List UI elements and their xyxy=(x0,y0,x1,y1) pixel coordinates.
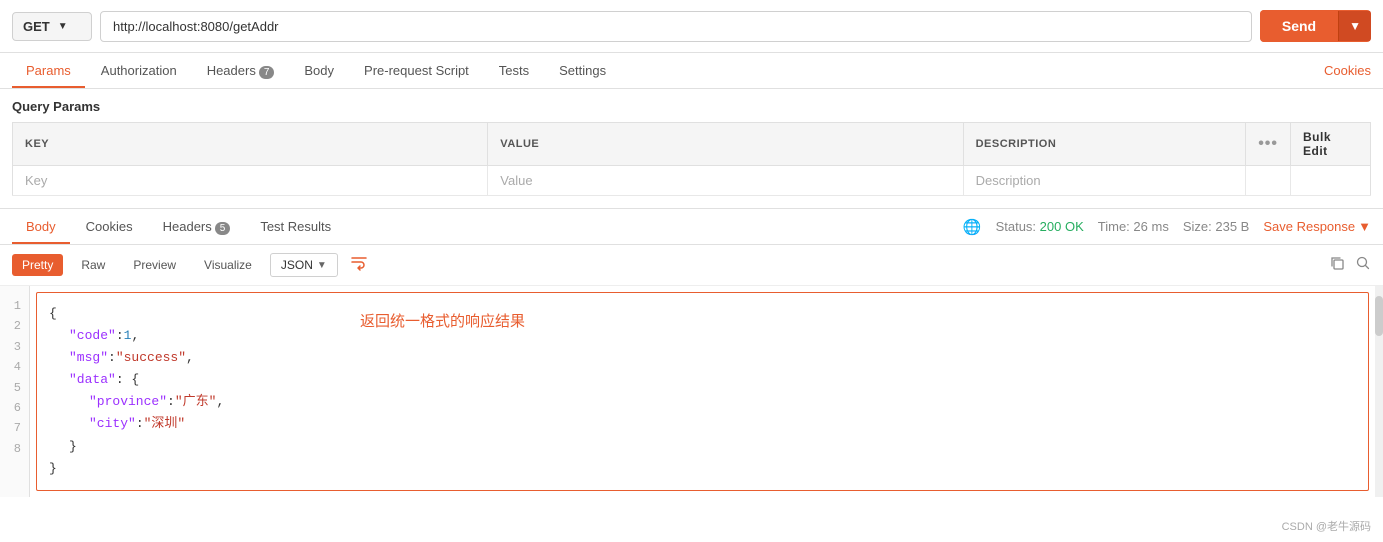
value-cell[interactable]: Value xyxy=(488,166,963,196)
save-response-button[interactable]: Save Response ▼ xyxy=(1263,219,1371,234)
params-table: KEY VALUE DESCRIPTION ••• Bulk Edit Key … xyxy=(12,122,1371,196)
globe-icon: 🌐 xyxy=(963,218,982,236)
tab-headers[interactable]: Headers7 xyxy=(193,53,289,88)
status-key-label: Status: xyxy=(996,219,1036,234)
type-selector[interactable]: JSON ▼ xyxy=(270,253,338,277)
code-line-2: "code" : 1 , xyxy=(49,325,1356,347)
tab-params[interactable]: Params xyxy=(12,53,85,88)
response-area: Body Cookies Headers5 Test Results 🌐 Sta… xyxy=(0,209,1383,497)
headers-badge: 7 xyxy=(259,66,275,79)
top-bar: GET ▼ Send ▼ xyxy=(0,0,1383,53)
wrap-icon[interactable] xyxy=(350,254,368,277)
resp-tab-cookies[interactable]: Cookies xyxy=(72,209,147,244)
code-line-7: } xyxy=(49,436,1356,458)
dots-cell xyxy=(1246,166,1291,196)
format-raw[interactable]: Raw xyxy=(71,254,115,276)
annotation-text: 返回统一格式的响应结果 xyxy=(360,310,525,331)
search-icon[interactable] xyxy=(1355,255,1371,276)
status-value: 200 OK xyxy=(1040,219,1084,234)
query-params-section: Query Params KEY VALUE DESCRIPTION ••• B… xyxy=(0,89,1383,196)
tab-prerequest[interactable]: Pre-request Script xyxy=(350,53,483,88)
table-row: Key Value Description xyxy=(13,166,1371,196)
copy-icon[interactable] xyxy=(1329,255,1345,276)
response-status: 🌐 Status: 200 OK Time: 26 ms Size: 235 B… xyxy=(963,218,1371,236)
format-preview[interactable]: Preview xyxy=(123,254,186,276)
response-body: 1 2 3 4 5 6 7 8 { "code" : 1 , "msg" : "… xyxy=(0,286,1383,497)
code-line-6: "city" : "深圳" xyxy=(49,413,1356,435)
method-select[interactable]: GET ▼ xyxy=(12,12,92,41)
response-tabs: Body Cookies Headers5 Test Results 🌐 Sta… xyxy=(0,209,1383,245)
tab-settings[interactable]: Settings xyxy=(545,53,620,88)
resp-tab-test-results[interactable]: Test Results xyxy=(246,209,345,244)
tab-authorization[interactable]: Authorization xyxy=(87,53,191,88)
type-chevron-icon: ▼ xyxy=(317,260,327,271)
send-dropdown-button[interactable]: ▼ xyxy=(1338,11,1371,41)
bulkedit-cell xyxy=(1291,166,1371,196)
code-line-3: "msg" : "success" , xyxy=(49,347,1356,369)
url-input[interactable] xyxy=(100,11,1252,42)
line-numbers: 1 2 3 4 5 6 7 8 xyxy=(0,286,30,497)
tab-tests[interactable]: Tests xyxy=(485,53,543,88)
key-cell[interactable]: Key xyxy=(13,166,488,196)
format-pretty[interactable]: Pretty xyxy=(12,254,63,276)
format-actions xyxy=(1329,255,1371,276)
code-editor: { "code" : 1 , "msg" : "success" , "data… xyxy=(36,292,1369,491)
format-visualize[interactable]: Visualize xyxy=(194,254,262,276)
resp-tab-headers[interactable]: Headers5 xyxy=(149,209,245,244)
tab-body[interactable]: Body xyxy=(290,53,348,88)
send-button-group: Send ▼ xyxy=(1260,10,1371,42)
col-value: VALUE xyxy=(488,123,963,166)
col-key: KEY xyxy=(13,123,488,166)
method-chevron-icon: ▼ xyxy=(58,21,68,32)
send-button[interactable]: Send xyxy=(1260,10,1338,42)
size-key-label: Size: xyxy=(1183,219,1212,234)
watermark: CSDN @老牛源码 xyxy=(1282,518,1371,534)
resp-headers-badge: 5 xyxy=(215,222,231,235)
col-dots: ••• xyxy=(1246,123,1291,166)
response-format-bar: Pretty Raw Preview Visualize JSON ▼ xyxy=(0,245,1383,286)
size-value: 235 B xyxy=(1215,219,1249,234)
code-line-1: { xyxy=(49,303,1356,325)
description-cell[interactable]: Description xyxy=(963,166,1246,196)
scrollbar-thumb[interactable] xyxy=(1375,296,1383,336)
time-key-label: Time: xyxy=(1098,219,1130,234)
col-description: DESCRIPTION xyxy=(963,123,1246,166)
col-bulk-edit: Bulk Edit xyxy=(1291,123,1371,166)
resp-tab-body[interactable]: Body xyxy=(12,209,70,244)
request-tabs: Params Authorization Headers7 Body Pre-r… xyxy=(0,53,1383,89)
time-value: 26 ms xyxy=(1133,219,1168,234)
scrollbar-track[interactable] xyxy=(1375,286,1383,497)
method-label: GET xyxy=(23,19,50,34)
query-params-title: Query Params xyxy=(12,99,1371,114)
cookies-link[interactable]: Cookies xyxy=(1324,63,1371,78)
code-line-8: } xyxy=(49,458,1356,480)
code-line-5: "province" : "广东" , xyxy=(49,391,1356,413)
code-line-4: "data" : { xyxy=(49,369,1356,391)
